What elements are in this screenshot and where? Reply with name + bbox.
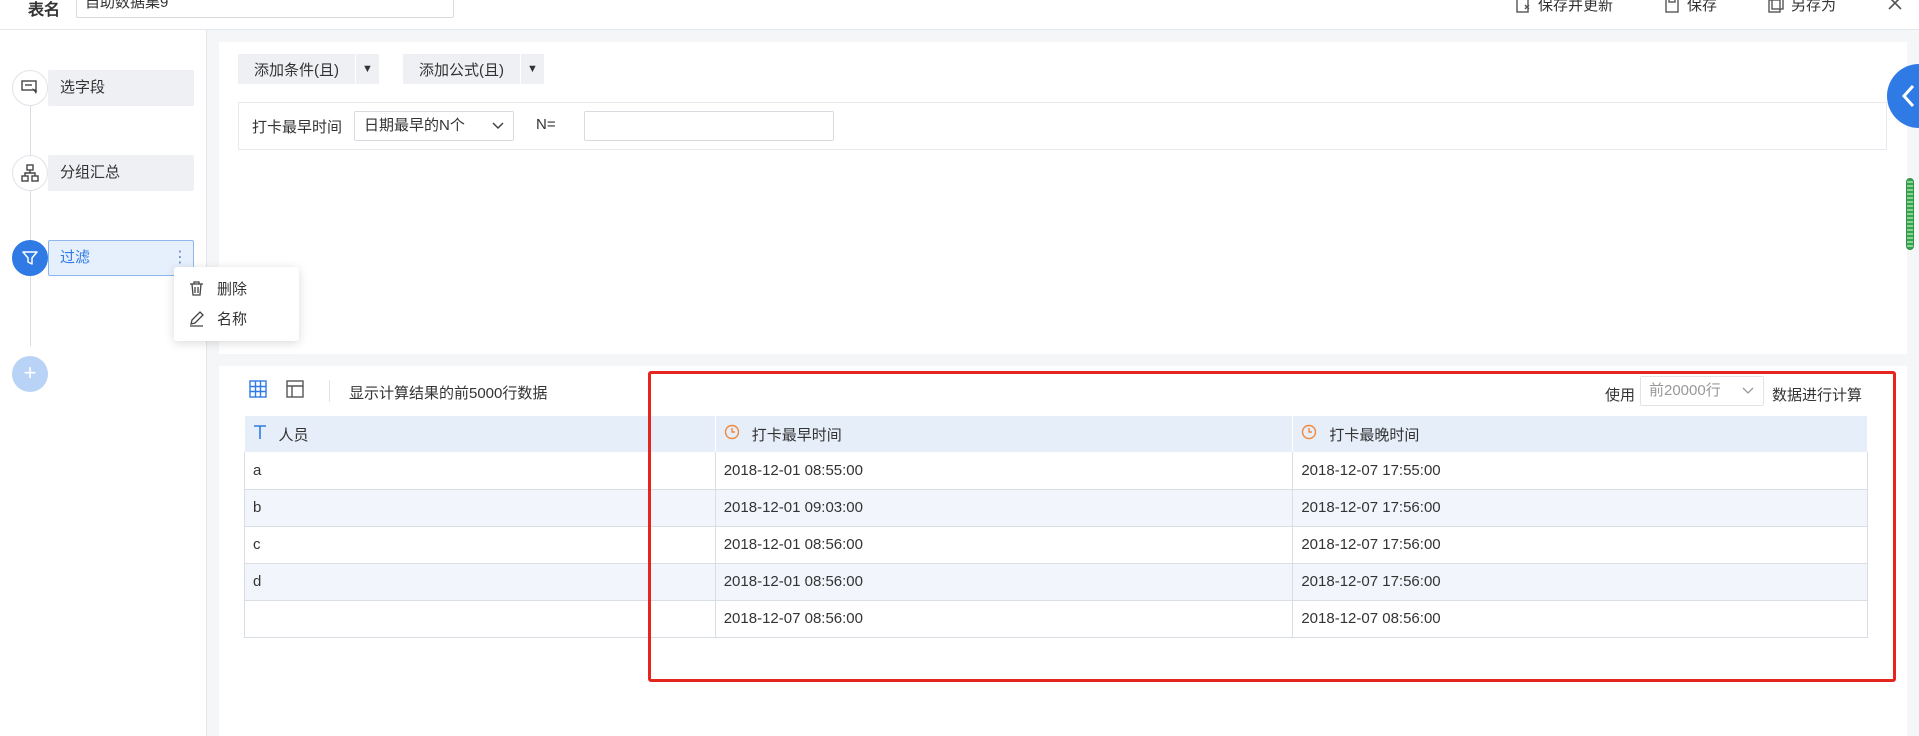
table-cell: 2018-12-07 17:55:00: [1292, 452, 1868, 490]
add-step-button[interactable]: +: [12, 356, 48, 392]
chevron-left-icon: [1901, 84, 1915, 108]
save-update-icon: [1516, 0, 1530, 13]
table-cell: 2018-12-07 08:56:00: [1292, 600, 1868, 638]
column-header-label: 打卡最晚时间: [1329, 426, 1420, 444]
select-field-icon: [12, 70, 48, 106]
menu-item-label: 名称: [217, 310, 248, 328]
save-as-icon: [1768, 0, 1784, 13]
step-connector: [30, 88, 31, 346]
table-row: d 2018-12-01 08:56:00 2018-12-07 17:56:0…: [244, 563, 1868, 601]
save-label: 保存: [1687, 0, 1718, 14]
table-name-label: 表名: [28, 2, 61, 19]
table-row: b 2018-12-01 09:03:00 2018-12-07 17:56:0…: [244, 489, 1868, 527]
table-cell: 2018-12-07 17:56:00: [1292, 526, 1868, 564]
column-header-latest-time[interactable]: 打卡最晚时间: [1292, 416, 1868, 452]
clock-icon: [724, 424, 740, 444]
table-row: c 2018-12-01 08:56:00 2018-12-07 17:56:0…: [244, 526, 1868, 564]
save-update-label: 保存并更新: [1538, 0, 1614, 14]
n-value-input[interactable]: [584, 111, 834, 141]
column-header-earliest-time[interactable]: 打卡最早时间: [715, 416, 1294, 452]
column-header-person[interactable]: 人员: [244, 416, 716, 452]
close-icon: [1888, 0, 1902, 10]
edit-icon: [190, 310, 204, 327]
step-label: 过滤 ⋮: [48, 240, 194, 276]
condition-row: 打卡最早时间 日期最早的N个 N=: [238, 102, 1887, 150]
menu-item-label: 删除: [217, 280, 248, 298]
table-cell: c: [244, 526, 716, 564]
column-header-label: 打卡最早时间: [751, 426, 842, 444]
add-condition-dropdown[interactable]: 添加条件(且) ▼: [238, 54, 379, 84]
menu-item-delete[interactable]: 删除: [174, 273, 299, 303]
clock-icon: [1301, 424, 1317, 444]
table-cell: 2018-12-07 17:56:00: [1292, 563, 1868, 601]
table-name-input[interactable]: 自助数据集9: [76, 0, 454, 18]
use-label: 使用: [1605, 387, 1636, 404]
table-cell: a: [244, 452, 716, 490]
table-header-row: 人员 打卡最早时间 打卡最晚时间: [244, 416, 1868, 452]
table-cell: 2018-12-01 09:03:00: [715, 489, 1294, 527]
step-label: 选字段: [48, 70, 194, 106]
n-label: N=: [536, 116, 556, 133]
table-cell: 2018-12-07 17:56:00: [1292, 489, 1868, 527]
result-table: 人员 打卡最早时间 打卡最晚时间 a 2018-12-01 08:55:00 2…: [244, 416, 1868, 638]
chevron-down-icon: [1741, 377, 1755, 415]
scrollbar-thumb[interactable]: [1906, 178, 1914, 250]
save-as-label: 另存为: [1791, 0, 1837, 14]
table-cell: 2018-12-01 08:55:00: [715, 452, 1294, 490]
calc-label: 数据进行计算: [1772, 387, 1863, 404]
text-type-icon: [253, 424, 267, 444]
group-summary-icon: [12, 155, 48, 191]
table-cell: [244, 600, 716, 638]
step-label: 分组汇总: [48, 155, 194, 191]
add-formula-label: 添加公式(且): [419, 61, 504, 79]
result-preview-panel: 显示计算结果的前5000行数据 使用 前20000行 数据进行计算 人员 打卡最…: [219, 366, 1907, 736]
menu-item-rename[interactable]: 名称: [174, 303, 299, 333]
add-formula-dropdown[interactable]: 添加公式(且) ▼: [403, 54, 544, 84]
table-cell: d: [244, 563, 716, 601]
step-select-field[interactable]: 选字段: [12, 70, 194, 106]
save-button[interactable]: 保存: [1663, 0, 1717, 15]
table-row: 2018-12-07 08:56:00 2018-12-07 08:56:00: [244, 600, 1868, 638]
close-button[interactable]: [1886, 0, 1904, 12]
save-icon: [1665, 0, 1679, 13]
caret-down-icon[interactable]: ▼: [355, 54, 379, 84]
add-condition-label: 添加条件(且): [254, 61, 339, 79]
filter-icon: [12, 240, 48, 276]
rows-limit-select[interactable]: 前20000行: [1640, 376, 1764, 406]
table-row: a 2018-12-01 08:55:00 2018-12-07 17:55:0…: [244, 452, 1868, 490]
save-update-button[interactable]: 保存并更新: [1514, 0, 1613, 15]
condition-field-name: 打卡最早时间: [252, 119, 343, 136]
caret-down-icon[interactable]: ▼: [520, 54, 544, 84]
step-filter-label: 过滤: [60, 249, 91, 266]
step-sidebar: 选字段 分组汇总 过滤 ⋮ +: [0, 30, 207, 736]
table-cell: 2018-12-01 08:56:00: [715, 526, 1294, 564]
column-header-label: 人员: [278, 426, 309, 444]
filter-condition-panel: 添加条件(且) ▼ 添加公式(且) ▼ 打卡最早时间 日期最早的N个 N=: [219, 42, 1907, 354]
top-bar: 表名 自助数据集9 保存并更新 保存 另存为: [0, 0, 1919, 30]
chevron-down-icon: [491, 112, 505, 150]
result-info-text: 显示计算结果的前5000行数据: [349, 385, 548, 402]
layout-view-icon[interactable]: [286, 380, 304, 402]
step-context-menu: 删除 名称: [174, 267, 299, 341]
grid-view-icon[interactable]: [249, 380, 267, 402]
save-as-button[interactable]: 另存为: [1767, 0, 1836, 15]
table-cell: b: [244, 489, 716, 527]
step-group-summary[interactable]: 分组汇总: [12, 155, 194, 191]
toolbar-divider: [329, 380, 330, 402]
table-cell: 2018-12-07 08:56:00: [715, 600, 1294, 638]
condition-operator-select[interactable]: 日期最早的N个: [354, 111, 514, 141]
step-filter[interactable]: 过滤 ⋮: [12, 240, 194, 276]
rows-limit-value: 前20000行: [1649, 382, 1721, 399]
operator-value: 日期最早的N个: [364, 117, 465, 134]
trash-icon: [190, 280, 203, 296]
table-cell: 2018-12-01 08:56:00: [715, 563, 1294, 601]
